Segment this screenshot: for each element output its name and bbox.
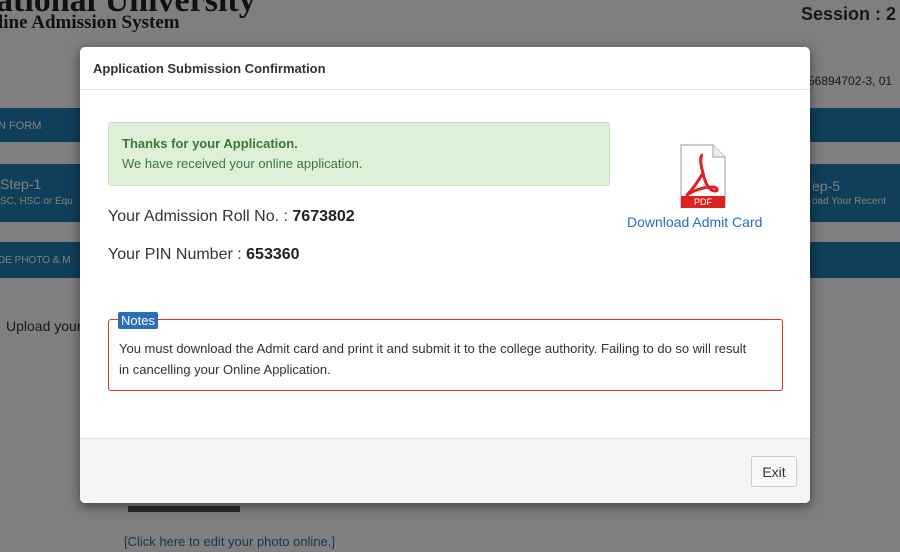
alert-title: Thanks for your Application.	[122, 136, 298, 151]
alert-message: We have received your online application…	[122, 156, 363, 171]
pin-label: Your PIN Number :	[108, 246, 247, 263]
modal-title: Application Submission Confirmation	[93, 61, 326, 76]
modal-header: Application Submission Confirmation	[80, 47, 810, 90]
roll-label: Your Admission Roll No. :	[108, 208, 293, 225]
confirmation-modal: Application Submission Confirmation Than…	[80, 47, 810, 503]
pdf-badge-text: PDF	[694, 197, 713, 207]
pdf-file-icon[interactable]: PDF	[677, 143, 729, 216]
modal-footer: Exit	[80, 438, 810, 503]
notes-box: Notes You must download the Admit card a…	[108, 312, 783, 391]
pin-number: Your PIN Number : 653360	[108, 246, 300, 264]
pin-value: 653360	[246, 246, 300, 263]
roll-value: 7673802	[292, 208, 355, 225]
success-alert: Thanks for your Application. We have rec…	[108, 122, 610, 186]
download-admit-card-link[interactable]: Download Admit Card	[627, 214, 762, 230]
admission-roll: Your Admission Roll No. : 7673802	[108, 208, 355, 226]
notes-text: You must download the Admit card and pri…	[119, 341, 747, 377]
notes-badge: Notes	[118, 312, 158, 329]
exit-button[interactable]: Exit	[751, 456, 797, 487]
